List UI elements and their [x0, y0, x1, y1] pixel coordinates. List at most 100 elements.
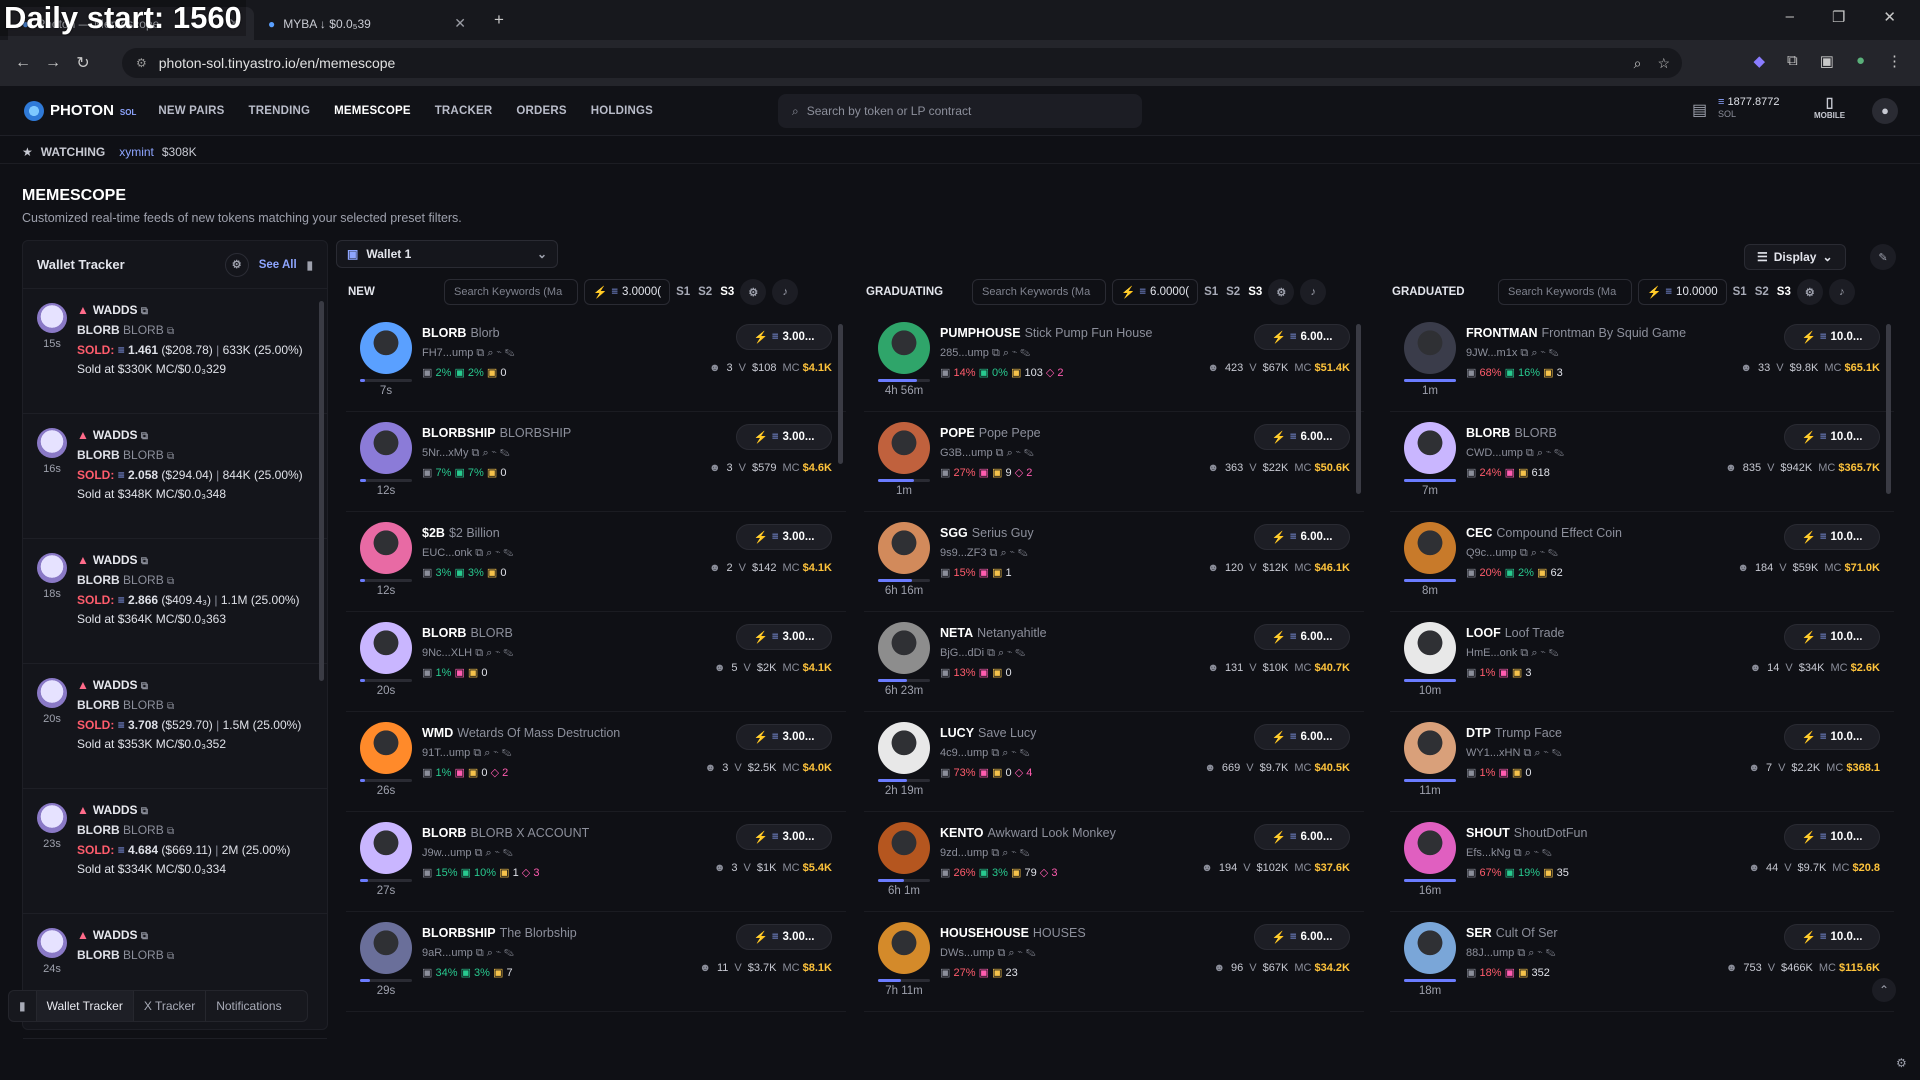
link-icon[interactable]: ⌁: [1012, 847, 1017, 859]
copy-icon[interactable]: ⧉: [141, 431, 148, 442]
filter-icon[interactable]: ⚙: [1796, 279, 1823, 305]
link-icon[interactable]: ⌁: [1544, 747, 1549, 759]
new-tab-icon[interactable]: +: [494, 10, 504, 30]
pill-icon[interactable]: ✎: [501, 747, 511, 759]
pill-icon[interactable]: ✎: [1545, 947, 1555, 959]
quick-buy-button[interactable]: ⚡ ≡ 3.00...: [736, 824, 832, 850]
token-card[interactable]: 1m FRONTMAN Frontman By Squid Game 9JW...…: [1390, 312, 1894, 412]
quick-buy-button[interactable]: ⚡ ≡ 10.0...: [1784, 424, 1880, 450]
search-icon[interactable]: ⌕: [1007, 447, 1013, 459]
pill-icon[interactable]: ✎: [1026, 947, 1036, 959]
search-icon[interactable]: ⌕: [1525, 847, 1531, 859]
wallet-select[interactable]: ▣ Wallet 1 ⌄: [336, 240, 558, 268]
pill-icon[interactable]: ✎: [503, 847, 513, 859]
copy-icon[interactable]: ⧉: [475, 847, 483, 859]
site-info-icon[interactable]: ⚙: [136, 56, 147, 70]
quick-buy-button[interactable]: ⚡ ≡ 6.00...: [1254, 624, 1350, 650]
token-avatar[interactable]: [360, 822, 412, 874]
back-icon[interactable]: ←: [10, 54, 36, 72]
extension-icon[interactable]: ◆: [1753, 52, 1765, 70]
token-card[interactable]: 4h 56m PUMPHOUSE Stick Pump Fun House 285…: [864, 312, 1364, 412]
sound-icon[interactable]: ♪: [1300, 279, 1327, 305]
panel-toggle-icon[interactable]: ▮: [307, 258, 313, 272]
search-icon[interactable]: ⌕: [1000, 547, 1006, 559]
sound-icon[interactable]: ♪: [772, 279, 799, 305]
tab-wallet-tracker[interactable]: Wallet Tracker: [36, 991, 134, 1021]
token-avatar[interactable]: [360, 422, 412, 474]
copy-icon[interactable]: ⧉: [1517, 947, 1525, 959]
preset-s1[interactable]: S1: [676, 286, 690, 298]
pill-icon[interactable]: ✎: [1554, 447, 1564, 459]
copy-icon[interactable]: ⧉: [475, 547, 483, 559]
link-icon[interactable]: ⌁: [1016, 447, 1021, 459]
pill-icon[interactable]: ✎: [1018, 547, 1028, 559]
side-panel-icon[interactable]: ▣: [1820, 52, 1834, 70]
restore-icon[interactable]: ❐: [1832, 8, 1845, 26]
token-card[interactable]: 7h 11m HOUSEHOUSE HOUSES DWs...ump ⧉ ⌕ ⌁ …: [864, 912, 1364, 1012]
wallet-tracker-scrollbar[interactable]: [319, 301, 324, 681]
preset-s2[interactable]: S2: [1226, 286, 1240, 298]
quick-buy-button[interactable]: ⚡ ≡ 10.0...: [1784, 724, 1880, 750]
link-icon[interactable]: ⌁: [1012, 347, 1017, 359]
token-avatar[interactable]: [1404, 622, 1456, 674]
token-avatar[interactable]: [878, 422, 930, 474]
quick-buy-button[interactable]: ⚡ ≡ 10.0...: [1784, 324, 1880, 350]
copy-icon[interactable]: ⧉: [167, 951, 174, 962]
wallet-tracker-item[interactable]: 18s ▲ WADDS ⧉ BLORB BLORB ⧉ SOLD: ≡ 2.866 …: [23, 539, 327, 664]
pill-icon[interactable]: ✎: [1019, 747, 1029, 759]
link-icon[interactable]: ⌁: [496, 947, 501, 959]
profile-avatar-icon[interactable]: ●: [1856, 52, 1865, 70]
token-avatar[interactable]: [1404, 422, 1456, 474]
account-avatar-icon[interactable]: ●: [1872, 98, 1898, 124]
copy-icon[interactable]: ⧉: [167, 701, 174, 712]
preset-selector[interactable]: S1 S2 S3: [1733, 286, 1791, 298]
search-icon[interactable]: ⌕: [1528, 947, 1534, 959]
column-scrollbar[interactable]: [1356, 324, 1361, 494]
token-card[interactable]: 20s BLORB BLORB 9Nc...XLH ⧉ ⌕ ⌁ ✎ ▣ 1% ▣ …: [346, 612, 846, 712]
pill-icon[interactable]: ✎: [1552, 747, 1562, 759]
copy-icon[interactable]: ⧉: [1520, 647, 1528, 659]
link-icon[interactable]: ⌁: [1540, 547, 1545, 559]
token-card[interactable]: 16m SHOUT ShoutDotFun Efs...kNg ⧉ ⌕ ⌁ ✎ ▣…: [1390, 812, 1894, 912]
link-icon[interactable]: ⌁: [1541, 647, 1546, 659]
link-icon[interactable]: ⌁: [497, 347, 502, 359]
preset-s3[interactable]: S3: [1248, 286, 1262, 298]
link-icon[interactable]: ⌁: [494, 747, 499, 759]
filter-settings-icon[interactable]: ⚙: [224, 252, 249, 277]
token-card[interactable]: 10m LOOF Loof Trade HmE...onk ⧉ ⌕ ⌁ ✎ ▣ 1…: [1390, 612, 1894, 712]
copy-icon[interactable]: ⧉: [167, 826, 174, 837]
search-icon[interactable]: ⌕: [1537, 447, 1543, 459]
token-card[interactable]: 11m DTP Trump Face WY1...xHN ⧉ ⌕ ⌁ ✎ ▣ 1%…: [1390, 712, 1894, 812]
quick-buy-button[interactable]: ⚡ ≡ 3.00...: [736, 524, 832, 550]
preset-s1[interactable]: S1: [1204, 286, 1218, 298]
quick-buy-button[interactable]: ⚡ ≡ 6.00...: [1254, 424, 1350, 450]
pill-icon[interactable]: ✎: [503, 647, 513, 659]
keyword-search-input[interactable]: Search Keywords (Ma: [1498, 279, 1632, 305]
search-icon[interactable]: ⌕: [486, 547, 492, 559]
link-icon[interactable]: ⌁: [1534, 847, 1539, 859]
extensions-puzzle-icon[interactable]: ⧉: [1787, 52, 1798, 70]
token-card[interactable]: 18m SER Cult Of Ser 88J...ump ⧉ ⌕ ⌁ ✎ ▣ 1…: [1390, 912, 1894, 1012]
link-icon[interactable]: ⌁: [492, 447, 497, 459]
quick-buy-amount-input[interactable]: ⚡ ≡ 6.0000(: [1112, 279, 1199, 305]
wallet-tracker-item[interactable]: 16s ▲ WADDS ⧉ BLORB BLORB ⧉ SOLD: ≡ 2.058 …: [23, 414, 327, 539]
token-avatar[interactable]: [360, 522, 412, 574]
copy-icon[interactable]: ⧉: [1520, 547, 1528, 559]
preset-selector[interactable]: S1 S2 S3: [1204, 286, 1262, 298]
keyword-search-input[interactable]: Search Keywords (Ma: [444, 279, 578, 305]
wallet-tracker-item[interactable]: 20s ▲ WADDS ⧉ BLORB BLORB ⧉ SOLD: ≡ 3.708 …: [23, 664, 327, 789]
search-icon[interactable]: ⌕: [1008, 947, 1014, 959]
search-icon[interactable]: ⌕: [1003, 347, 1009, 359]
quick-buy-button[interactable]: ⚡ ≡ 3.00...: [736, 624, 832, 650]
bookmark-star-icon[interactable]: ☆: [1657, 55, 1670, 72]
pill-icon[interactable]: ✎: [1024, 447, 1034, 459]
copy-icon[interactable]: ⧉: [1523, 747, 1531, 759]
pill-icon[interactable]: ✎: [1549, 347, 1559, 359]
sol-balance[interactable]: ≡ 1877.8772 SOL: [1718, 96, 1779, 120]
token-card[interactable]: 12s BLORBSHIP BLORBSHIP 5Nr...xMy ⧉ ⌕ ⌁ ✎…: [346, 412, 846, 512]
tab-notifications[interactable]: Notifications: [206, 991, 291, 1021]
copy-icon[interactable]: ⧉: [1520, 347, 1528, 359]
pill-icon[interactable]: ✎: [500, 447, 510, 459]
link-icon[interactable]: ⌁: [1018, 947, 1023, 959]
link-icon[interactable]: ⌁: [1546, 447, 1551, 459]
